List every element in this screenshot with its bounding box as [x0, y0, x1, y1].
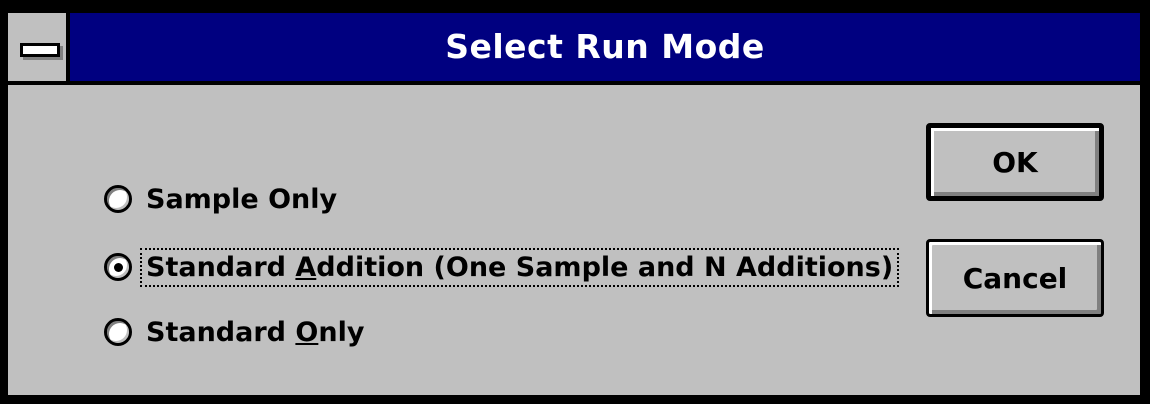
dialog-title: Select Run Mode	[445, 27, 765, 66]
radio-button-icon[interactable]	[104, 318, 132, 346]
radio-standard-addition[interactable]: Standard Addition (One Sample and N Addi…	[104, 245, 900, 289]
radio-button-icon[interactable]	[104, 253, 132, 281]
radio-standard-only[interactable]: Standard Only	[104, 310, 368, 354]
title-bar[interactable]: Select Run Mode	[8, 13, 1140, 85]
radio-label-text: Sample Only	[146, 183, 338, 215]
system-menu-icon	[20, 43, 60, 57]
system-menu-button[interactable]	[8, 13, 70, 81]
radio-label-sample-only[interactable]: Sample Only	[142, 182, 341, 217]
mnemonic-underline: A	[295, 251, 317, 283]
radio-label-standard-addition[interactable]: Standard Addition (One Sample and N Addi…	[139, 247, 900, 287]
radio-label-text: Standard	[146, 251, 296, 283]
radio-sample-only[interactable]: Sample Only	[104, 177, 341, 221]
radio-label-text: ddition (One Sample and N Additions)	[316, 251, 894, 283]
mnemonic-underline: O	[295, 316, 319, 348]
radio-selected-dot	[114, 263, 123, 272]
cancel-button[interactable]: Cancel	[926, 239, 1104, 317]
radio-button-icon[interactable]	[104, 185, 132, 213]
dialog-frame: Select Run Mode Sample Only Standard Add…	[4, 9, 1144, 399]
dialog-client-area: Sample Only Standard Addition (One Sampl…	[8, 85, 1140, 395]
radio-label-standard-only[interactable]: Standard Only	[142, 315, 368, 350]
radio-label-text: nly	[318, 316, 365, 348]
radio-label-text: Standard	[146, 316, 296, 348]
ok-button[interactable]: OK	[926, 123, 1104, 201]
dialog-window: Select Run Mode Sample Only Standard Add…	[0, 0, 1150, 404]
